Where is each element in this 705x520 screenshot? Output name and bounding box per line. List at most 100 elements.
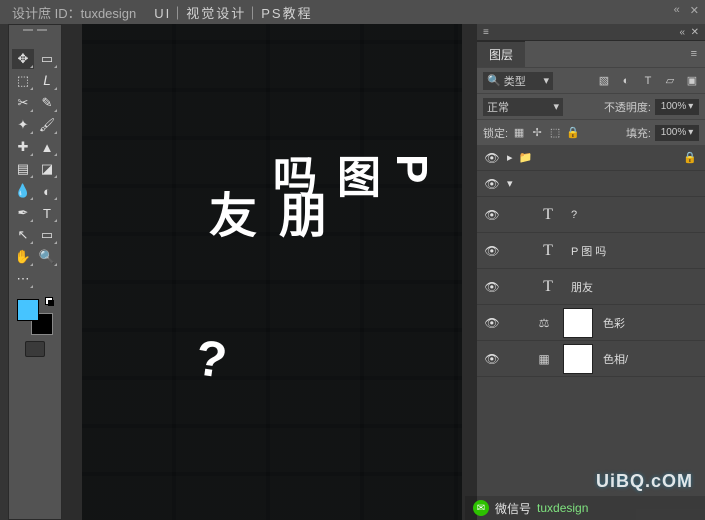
- opacity-input[interactable]: 100%▾: [655, 99, 699, 115]
- panel-close-icon[interactable]: ✕: [691, 27, 699, 38]
- dodge-tool[interactable]: ◐: [36, 181, 58, 201]
- author-id: 设计庶 ID：tuxdesign: [12, 3, 136, 22]
- folder-icon: 📁: [519, 151, 533, 164]
- lock-all-icon[interactable]: 🔒: [566, 126, 580, 140]
- layer-mask-thumb[interactable]: [563, 308, 593, 338]
- chevron-right-icon[interactable]: ▸: [507, 151, 513, 164]
- layer-row[interactable]: 👁▾: [477, 171, 705, 197]
- search-icon: 🔍: [487, 74, 501, 87]
- layer-row[interactable]: 👁▸ 📁 🔒: [477, 145, 705, 171]
- toolbox-grip[interactable]: [9, 29, 61, 43]
- zoom-tool[interactable]: 🔍: [36, 247, 58, 267]
- layer-row[interactable]: 👁TP 图 吗: [477, 233, 705, 269]
- layer-row[interactable]: 👁 T 朋友: [477, 269, 705, 305]
- document[interactable]: 朋友 P 图 吗 ?: [82, 24, 462, 520]
- filter-kind-label: 类型: [504, 73, 526, 89]
- filter-shape-icon[interactable]: ▱: [663, 74, 677, 88]
- adjustment-icon: ⚖: [535, 314, 553, 332]
- visibility-toggle[interactable]: 👁: [477, 280, 507, 294]
- type-tool[interactable]: T: [36, 203, 58, 223]
- panel-collapse-icon[interactable]: «: [679, 27, 685, 38]
- color-swatches[interactable]: [15, 297, 55, 337]
- footer-bar: ✉ 微信号 tuxdesign: [465, 496, 705, 520]
- filter-pixel-icon[interactable]: ▧: [597, 74, 611, 88]
- tab-layers[interactable]: 图层: [477, 41, 525, 67]
- panel-menu-icon[interactable]: ≡: [691, 48, 697, 60]
- artboard-tool[interactable]: ▭: [36, 49, 58, 69]
- lasso-tool[interactable]: 𝘓: [36, 71, 58, 91]
- layer-name: ?: [571, 209, 705, 221]
- chevron-down-icon: ▾: [688, 101, 693, 112]
- canvas-area: 朋友 P 图 吗 ?: [62, 24, 477, 520]
- swap-colors-icon[interactable]: [45, 297, 55, 307]
- filter-kind-select[interactable]: 🔍 类型 ▾: [483, 72, 553, 90]
- filter-smart-icon[interactable]: ▣: [685, 74, 699, 88]
- stamp-tool[interactable]: ▲: [36, 137, 58, 157]
- layer-name: 色相/: [603, 351, 705, 367]
- layer-row[interactable]: 👁 ⚖ 色彩: [477, 305, 705, 341]
- brush-tool[interactable]: 🖌: [36, 115, 58, 135]
- visibility-toggle[interactable]: 👁: [477, 316, 507, 330]
- right-panel: ≡ « ✕ 图层 ≡ 🔍 类型 ▾ ▧ ◐ T ▱ ▣: [477, 24, 705, 520]
- type-layer-icon: T: [535, 202, 561, 228]
- layer-list: 👁▸📁🔒👁▾👁T?👁TP 图 吗👁T朋友👁⚖色彩👁▦色相/: [477, 145, 705, 520]
- fill-input[interactable]: 100%▾: [655, 125, 699, 141]
- layer-name: 朋友: [571, 279, 705, 295]
- quick-mask-toggle[interactable]: [25, 341, 45, 357]
- panel-tabs: 图层 ≡: [477, 41, 705, 67]
- filter-adjust-icon[interactable]: ◐: [619, 74, 633, 88]
- chevron-down-icon: ▾: [543, 74, 549, 87]
- marquee-tool[interactable]: ⬚: [12, 71, 34, 91]
- shape-tool[interactable]: ▭: [36, 225, 58, 245]
- blend-mode-select[interactable]: 正常 ▾: [483, 98, 563, 116]
- foreground-color[interactable]: [17, 299, 39, 321]
- visibility-toggle[interactable]: 👁: [477, 177, 507, 191]
- visibility-toggle[interactable]: 👁: [477, 151, 507, 165]
- text-question-mark: ?: [192, 328, 230, 390]
- lock-position-icon[interactable]: ✢: [530, 126, 544, 140]
- page-subtitle: UI｜视觉设计｜PS教程: [154, 3, 312, 22]
- lock-artboard-icon[interactable]: ⬚: [548, 126, 562, 140]
- blend-row: 正常 ▾ 不透明度: 100%▾: [477, 93, 705, 119]
- collapse-icon[interactable]: «: [674, 4, 680, 17]
- eyedropper-tool[interactable]: ✎: [36, 93, 58, 113]
- edit-toolbar[interactable]: ⋯: [12, 269, 34, 289]
- opacity-label: 不透明度:: [604, 99, 651, 115]
- visibility-toggle[interactable]: 👁: [477, 244, 507, 258]
- path-tool[interactable]: ↖: [12, 225, 34, 245]
- layer-row[interactable]: 👁 ▦ 色相/: [477, 341, 705, 377]
- top-bar: 设计庶 ID：tuxdesign UI｜视觉设计｜PS教程: [0, 0, 705, 24]
- move-tool[interactable]: ✥: [12, 49, 34, 69]
- layer-name: 色彩: [603, 315, 705, 331]
- chevron-down-icon: ▾: [553, 100, 559, 113]
- filter-type-icon[interactable]: T: [641, 74, 655, 88]
- layer-name: P 图 吗: [571, 243, 705, 259]
- hand-tool[interactable]: ✋: [12, 247, 34, 267]
- panel-grip-icon[interactable]: ≡: [483, 27, 489, 38]
- visibility-toggle[interactable]: 👁: [477, 208, 507, 222]
- type-layer-icon: T: [535, 274, 561, 300]
- lock-pixels-icon[interactable]: ▦: [512, 126, 526, 140]
- dock-strip: [0, 24, 8, 520]
- healing-tool[interactable]: ✚: [12, 137, 34, 157]
- fill-label: 填充:: [626, 125, 651, 141]
- wand-tool[interactable]: ✦: [12, 115, 34, 135]
- footer-handle: tuxdesign: [537, 501, 588, 515]
- chevron-down-icon: ▾: [688, 127, 693, 138]
- toolbox: ✥▭⬚𝘓✂✎✦🖌✚▲▤◪💧◐✒T↖▭✋🔍⋯: [8, 24, 62, 520]
- visibility-toggle[interactable]: 👁: [477, 352, 507, 366]
- blend-mode-value: 正常: [487, 99, 509, 115]
- wechat-icon: ✉: [473, 500, 489, 516]
- pen-tool[interactable]: ✒: [12, 203, 34, 223]
- adjustment-icon: ▦: [535, 350, 553, 368]
- chevron-down-icon[interactable]: ▾: [507, 177, 513, 190]
- eraser-tool[interactable]: ◪: [36, 159, 58, 179]
- layer-filter-row: 🔍 类型 ▾ ▧ ◐ T ▱ ▣: [477, 67, 705, 93]
- lock-icon: 🔒: [683, 151, 697, 164]
- crop-tool[interactable]: ✂: [12, 93, 34, 113]
- close-icon[interactable]: ✕: [690, 4, 699, 17]
- gradient-tool[interactable]: ▤: [12, 159, 34, 179]
- blur-tool[interactable]: 💧: [12, 181, 34, 201]
- layer-row[interactable]: 👁 T?: [477, 197, 705, 233]
- layer-mask-thumb[interactable]: [563, 344, 593, 374]
